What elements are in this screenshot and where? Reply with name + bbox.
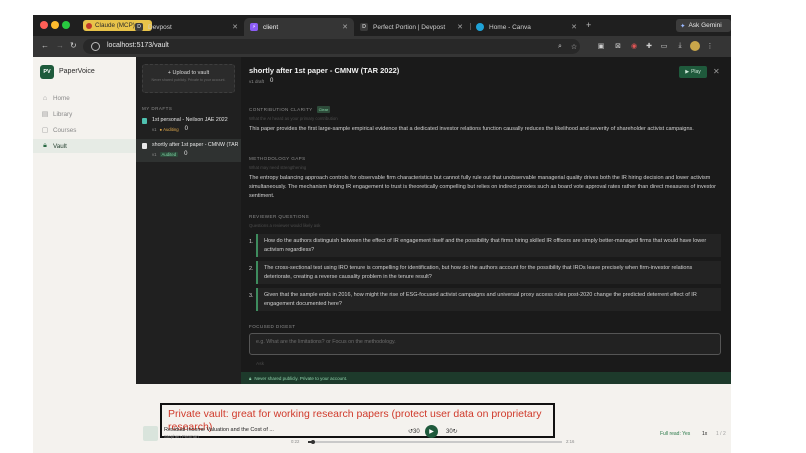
skip-back-button[interactable]: ↺30	[408, 428, 420, 435]
close-tab-icon[interactable]: ✕	[457, 23, 463, 31]
extension-icon[interactable]: ⊠	[613, 41, 623, 51]
draft-version: v1 draft	[249, 78, 265, 84]
speed-button[interactable]: 1x	[702, 431, 707, 437]
app-name: PaperVoice	[59, 68, 95, 75]
lock-icon: 🔒︎	[249, 375, 252, 381]
document-icon	[142, 143, 147, 149]
site-info-icon[interactable]	[91, 42, 100, 51]
drafts-section-label: MY DRAFTS	[142, 106, 173, 111]
minimize-window-button[interactable]	[51, 21, 59, 29]
tab-devpost[interactable]: D Devpost ✕	[129, 18, 244, 36]
gaps-heading: METHODOLOGY GAPS	[249, 156, 306, 161]
upload-to-vault-button[interactable]: + Upload to vault Never shared publicly.…	[142, 64, 235, 93]
avatar[interactable]	[690, 41, 700, 51]
claude-icon	[86, 22, 92, 29]
upload-privacy-note: Never shared publicly. Private to your a…	[151, 78, 226, 82]
downloads-icon[interactable]: ⤓	[675, 41, 685, 51]
privacy-footer: 🔒︎ Never shared publicly. Private to you…	[241, 372, 731, 384]
puzzle-extensions-icon[interactable]: ✚	[644, 41, 654, 51]
url-text[interactable]: localhost:5173/vault	[107, 42, 169, 49]
url-bar[interactable]: localhost:5173/vault ⌕ ☆	[83, 39, 580, 54]
list-item: 3. Given that the sample ends in 2016, h…	[249, 288, 721, 311]
maximize-window-button[interactable]	[62, 21, 70, 29]
progress-knob[interactable]	[311, 439, 316, 444]
draft-item[interactable]: 1st personal - Neilson JAE 2022 v1 ● Aud…	[136, 114, 241, 137]
ask-gemini-button[interactable]: ✦ Ask Gemini	[676, 19, 731, 32]
elapsed-time: 0:22	[291, 439, 300, 444]
vite-icon: ⚡	[250, 23, 258, 31]
new-tab-button[interactable]: +	[586, 20, 591, 30]
library-icon: ▤	[41, 111, 49, 118]
audit-report-panel: shortly after 1st paper - CMNW (TAR 2022…	[241, 57, 731, 384]
list-item: 1. How do the authors distinguish betwee…	[249, 234, 721, 257]
drafts-panel: + Upload to vault Never shared publicly.…	[136, 57, 241, 384]
digest-input[interactable]: e.g. What are the limitations? or Focus …	[249, 333, 721, 355]
address-bar-row: ← → ↻ localhost:5173/vault ⌕ ☆ ▣ ⊠ ◉ ✚ ▭…	[33, 36, 731, 57]
browser-window: Claude (MCP) D Devpost ✕ ⚡ client ✕ D Pe…	[33, 15, 731, 453]
sidebar-item-home[interactable]: ⌂ Home	[33, 91, 136, 105]
page-indicator: 1 / 2	[716, 431, 726, 437]
home-icon: ⌂	[42, 94, 48, 102]
lock-icon: 🔒︎	[43, 142, 47, 149]
skip-forward-button[interactable]: 30↻	[446, 428, 458, 435]
status-badge: Audited	[159, 151, 179, 157]
play-icon: ▶	[685, 69, 690, 75]
zoom-search-icon[interactable]: ⌕	[555, 42, 565, 52]
forward-arrow-icon[interactable]: →	[56, 41, 64, 50]
close-tab-icon[interactable]: ✕	[342, 23, 348, 31]
progress-bar[interactable]	[308, 439, 562, 444]
sidebar-item-library[interactable]: ▤ Library	[33, 107, 136, 121]
app-sidebar: PV PaperVoice ⌂ Home ▤ Library ▢ Courses…	[33, 57, 136, 453]
gaps-text: The entropy balancing approach controls …	[249, 175, 716, 199]
tab-client[interactable]: ⚡ client ✕	[244, 18, 354, 36]
gemini-icon: ✦	[680, 22, 686, 30]
close-tab-icon[interactable]: ✕	[232, 23, 238, 31]
ask-button[interactable]: Ask	[256, 362, 264, 367]
audio-player: Residual Income Valuation and the Cost o…	[136, 425, 731, 453]
player-play-button[interactable]: ▶	[425, 425, 438, 438]
more-menu-icon[interactable]: ⋮	[705, 41, 715, 51]
list-item: 2. The cross-sectional test using IRO te…	[249, 261, 721, 284]
play-button[interactable]: ▶ Play	[679, 66, 707, 78]
play-icon: ▶	[429, 429, 434, 435]
status-badge: ● Auditing	[159, 126, 179, 132]
devpost-icon: D	[360, 23, 368, 31]
sidebar-item-vault[interactable]: 🔒︎ Vault	[33, 139, 136, 153]
track-thumbnail	[143, 426, 158, 441]
sidebar-item-courses[interactable]: ▢ Courses	[33, 123, 136, 137]
total-time: 2:16	[566, 439, 575, 444]
papervoice-app: PV PaperVoice ⌂ Home ▤ Library ▢ Courses…	[33, 57, 731, 453]
extension-icon[interactable]: ◉	[629, 41, 639, 51]
status-badge: Clear	[316, 106, 331, 113]
digest-heading: FOCUSED DIGEST	[249, 324, 296, 329]
close-window-button[interactable]	[40, 21, 48, 29]
back-arrow-icon[interactable]: ←	[41, 41, 49, 50]
tab-canva[interactable]: Home - Canva ✕	[470, 18, 583, 36]
extension-icon[interactable]: ▣	[596, 41, 606, 51]
close-tab-icon[interactable]: ✕	[571, 23, 577, 31]
full-read-toggle[interactable]: Full read: Yes	[660, 431, 690, 437]
track-title: Residual Income Valuation and the Cost o…	[164, 427, 274, 433]
close-icon[interactable]: ✕	[713, 67, 720, 76]
courses-icon: ▢	[41, 127, 49, 134]
report-title: shortly after 1st paper - CMNW (TAR 2022…	[249, 66, 400, 75]
document-icon	[142, 118, 147, 124]
side-panel-icon[interactable]: ▭	[659, 41, 669, 51]
clarity-text: This paper provides the first large-samp…	[249, 126, 694, 132]
app-logo: PV	[40, 65, 54, 79]
canva-icon	[476, 23, 484, 31]
devpost-icon: D	[135, 23, 143, 31]
browser-tab-bar: Claude (MCP) D Devpost ✕ ⚡ client ✕ D Pe…	[33, 15, 731, 36]
reload-icon[interactable]: ↻	[70, 41, 77, 50]
questions-heading: REVIEWER QUESTIONS	[249, 214, 310, 219]
tab-perfect-portion[interactable]: D Perfect Portion | Devpost ✕	[354, 18, 469, 36]
bookmark-star-icon[interactable]: ☆	[569, 42, 579, 52]
track-author: Stephen Penman	[164, 434, 199, 439]
draft-item[interactable]: shortly after 1st paper - CMNW (TAR 2022…	[136, 139, 241, 162]
clarity-heading: CONTRIBUTION CLARITY	[249, 107, 313, 112]
